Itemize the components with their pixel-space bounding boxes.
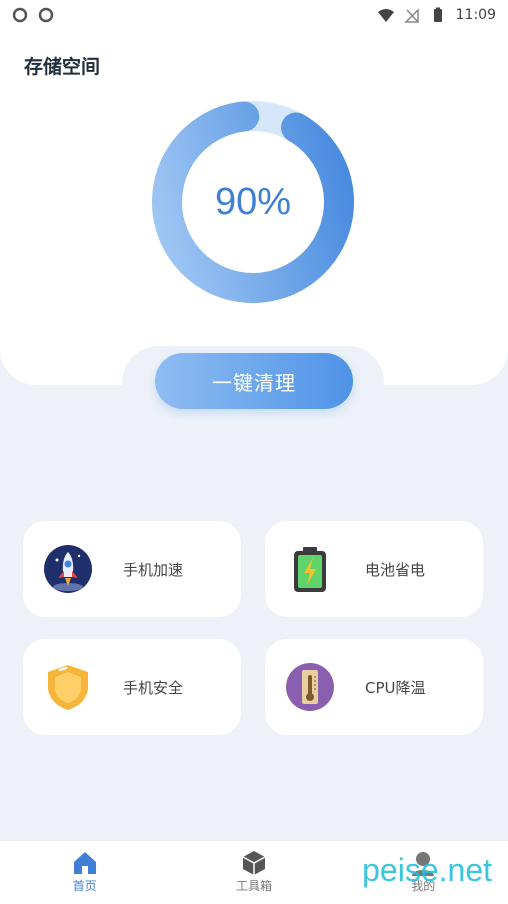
page-title: 存储空间: [24, 56, 101, 78]
storage-percent: 90%: [214, 180, 292, 223]
home-icon: [73, 852, 96, 874]
tab-label: 工具箱: [235, 879, 272, 893]
storage-ring: 90%: [151, 100, 355, 304]
shield-icon: [48, 665, 88, 710]
battery-status-icon: [433, 7, 442, 22]
thermometer-icon: [286, 663, 334, 711]
notification-icon: [12, 7, 28, 23]
feature-card-speedup[interactable]: 手机加速: [23, 521, 241, 617]
wifi-icon: [377, 9, 394, 22]
signal-icon: [403, 8, 419, 23]
status-right: 11:09: [377, 7, 496, 23]
tab-label: 首页: [72, 879, 97, 893]
feature-label: 手机安全: [123, 678, 184, 697]
feature-label: CPU降温: [365, 678, 426, 697]
rocket-icon: [44, 545, 92, 593]
status-left: [12, 7, 54, 23]
feature-card-security[interactable]: 手机安全: [23, 639, 241, 735]
feature-card-cpu-cooling[interactable]: CPU降温: [265, 639, 483, 735]
clock: 11:09: [455, 7, 496, 23]
tab-home[interactable]: 首页: [25, 841, 145, 894]
feature-card-battery[interactable]: 电池省电: [265, 521, 483, 617]
tab-toolbox[interactable]: 工具箱: [194, 841, 314, 894]
toolbox-icon: [242, 851, 266, 875]
one-click-clean-button[interactable]: 一键清理: [155, 353, 353, 409]
feature-label: 手机加速: [123, 560, 184, 579]
status-bar: 11:09: [0, 0, 508, 30]
watermark: peise.net: [362, 852, 492, 888]
notification-icon: [38, 7, 54, 23]
battery-icon: [294, 547, 326, 592]
feature-label: 电池省电: [365, 560, 426, 579]
